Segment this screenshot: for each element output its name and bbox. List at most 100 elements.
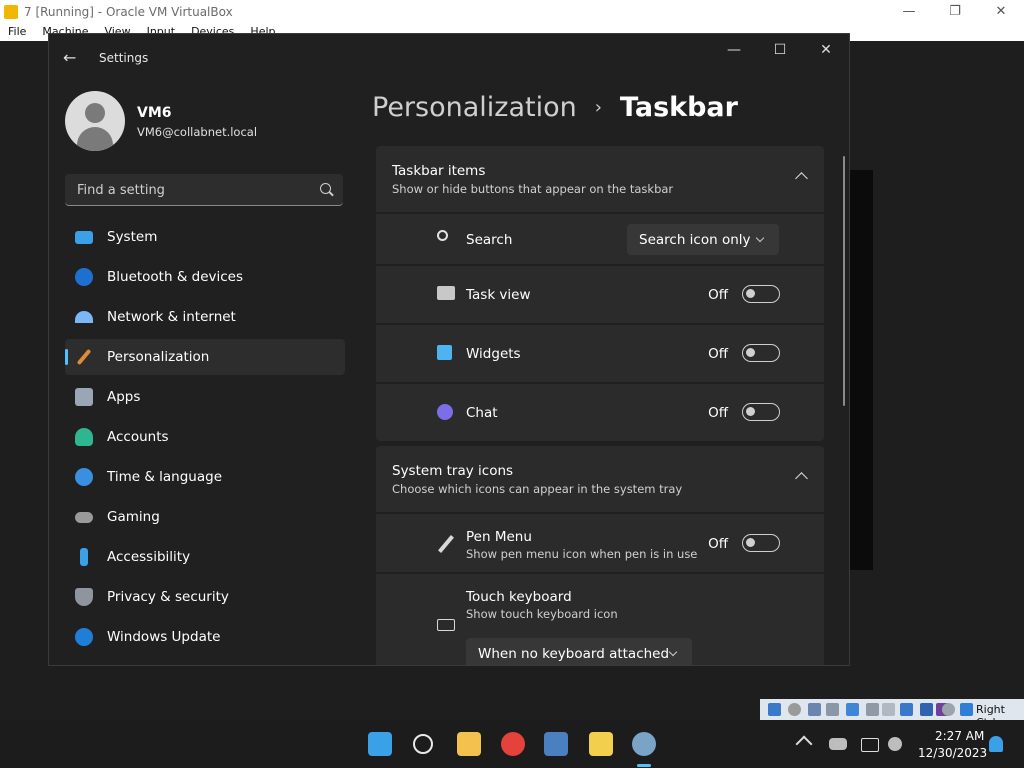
- touch-keyboard-subtitle: Show touch keyboard icon: [466, 607, 618, 621]
- search-icon: [437, 230, 448, 241]
- host-minimize-button[interactable]: —: [886, 0, 932, 23]
- recording-icon[interactable]: [900, 703, 913, 716]
- sidebar-item-system[interactable]: System: [65, 219, 345, 255]
- person-icon: [75, 428, 93, 446]
- hard-disk-icon[interactable]: [768, 703, 781, 716]
- taskbar-items-header[interactable]: Taskbar items Show or hide buttons that …: [376, 146, 824, 212]
- chat-toggle[interactable]: [742, 403, 780, 421]
- task-view-toggle[interactable]: [742, 285, 780, 303]
- wifi-icon: [75, 311, 93, 323]
- search-mode-value: Search icon only: [639, 231, 751, 248]
- background-window-edge: [848, 170, 873, 570]
- touch-keyboard-dropdown[interactable]: When no keyboard attached: [466, 638, 692, 665]
- host-restore-button[interactable]: ❐: [932, 0, 978, 23]
- bluetooth-icon: [75, 268, 93, 286]
- sidebar-item-gaming[interactable]: Gaming: [65, 499, 345, 535]
- display-icon[interactable]: [882, 703, 895, 716]
- sidebar-item-privacy-security[interactable]: Privacy & security: [65, 579, 345, 615]
- sidebar-item-label: Bluetooth & devices: [107, 269, 244, 285]
- search-box: [65, 174, 343, 207]
- controller-icon: [75, 511, 93, 523]
- close-button[interactable]: ✕: [803, 34, 849, 66]
- maximize-button[interactable]: ☐: [757, 34, 803, 66]
- search-mode-dropdown[interactable]: Search icon only: [627, 224, 779, 255]
- sidebar-item-time-language[interactable]: Time & language: [65, 459, 345, 495]
- virtualbox-title: 7 [Running] - Oracle VM VirtualBox: [24, 4, 233, 19]
- brush-icon: [76, 348, 92, 366]
- chat-state: Off: [708, 405, 728, 421]
- audio-icon[interactable]: [808, 703, 821, 716]
- touch-keyboard-value: When no keyboard attached: [478, 645, 670, 662]
- chevron-up-icon[interactable]: [795, 735, 813, 753]
- virtualization-icon[interactable]: [920, 703, 933, 716]
- chevron-down-icon: [755, 233, 765, 243]
- sidebar-item-label: Windows Update: [107, 629, 221, 645]
- usb-icon[interactable]: [846, 703, 859, 716]
- user-email: VM6@collabnet.local: [137, 125, 258, 139]
- shared-folders-icon[interactable]: [866, 703, 879, 716]
- clock-date[interactable]: 12/30/2023: [918, 746, 987, 760]
- sidebar-item-bluetooth[interactable]: Bluetooth & devices: [65, 259, 345, 295]
- apps-icon: [75, 388, 93, 406]
- avatar-head: [85, 103, 105, 123]
- sidebar-item-personalization[interactable]: Personalization: [65, 339, 345, 375]
- pen-menu-toggle[interactable]: [742, 534, 780, 552]
- chat-row: Chat Off: [376, 384, 824, 441]
- taskbar: 2:27 AM 12/30/2023: [0, 720, 1024, 768]
- content-scrollbar[interactable]: [843, 156, 845, 406]
- notification-bell-icon[interactable]: [989, 736, 1003, 752]
- pen-menu-state: Off: [708, 536, 728, 552]
- volume-muted-icon[interactable]: [888, 737, 902, 751]
- sidebar-item-windows-update[interactable]: Windows Update: [65, 619, 345, 655]
- shield-icon: [75, 588, 93, 606]
- settings-gear-icon[interactable]: [632, 732, 656, 756]
- widgets-state: Off: [708, 346, 728, 362]
- search-icon[interactable]: [320, 183, 331, 194]
- virtualbox-icon: [4, 4, 18, 19]
- back-button[interactable]: ←: [63, 48, 76, 67]
- section-subtitle: Show or hide buttons that appear on the …: [392, 182, 674, 196]
- sidebar-item-apps[interactable]: Apps: [65, 379, 345, 415]
- widgets-toggle[interactable]: [742, 344, 780, 362]
- host-close-button[interactable]: ✕: [978, 0, 1024, 23]
- sidebar-item-label: Accounts: [107, 429, 169, 445]
- sidebar-item-accessibility[interactable]: Accessibility: [65, 539, 345, 575]
- app-title: Settings: [99, 51, 149, 65]
- mouse-integration-icon[interactable]: [942, 703, 955, 716]
- clock-time[interactable]: 2:27 AM: [935, 729, 984, 743]
- page-title: Taskbar: [619, 92, 738, 123]
- display-status-icon[interactable]: [861, 738, 879, 752]
- section-title: System tray icons: [392, 463, 514, 479]
- system-tray-header[interactable]: System tray icons Choose which icons can…: [376, 446, 824, 512]
- breadcrumb-parent[interactable]: Personalization: [372, 92, 577, 123]
- file-explorer-icon[interactable]: [457, 732, 481, 756]
- chevron-up-icon[interactable]: [795, 172, 808, 185]
- virtualbox-app-icon[interactable]: [544, 732, 568, 756]
- sticky-app-icon[interactable]: [589, 732, 613, 756]
- sidebar-nav: System Bluetooth & devices Network & int…: [65, 219, 345, 659]
- chat-icon: [437, 404, 453, 420]
- content-area: Taskbar items Show or hide buttons that …: [376, 146, 824, 665]
- optical-drive-icon[interactable]: [788, 703, 801, 716]
- sidebar-item-label: System: [107, 229, 158, 245]
- chat-label: Chat: [466, 405, 498, 421]
- avatar[interactable]: [65, 91, 125, 151]
- chrome-icon[interactable]: [501, 732, 525, 756]
- network-status-icon[interactable]: [829, 738, 847, 750]
- menu-file[interactable]: File: [0, 23, 34, 41]
- breadcrumb: Personalization › Taskbar: [372, 92, 738, 123]
- search-input[interactable]: [75, 174, 309, 207]
- minimize-button[interactable]: —: [711, 34, 757, 66]
- chevron-up-icon[interactable]: [795, 472, 808, 485]
- start-icon[interactable]: [368, 732, 392, 756]
- virtualbox-titlebar: 7 [Running] - Oracle VM VirtualBox — ❐ ✕: [0, 0, 1024, 23]
- touch-keyboard-label: Touch keyboard: [466, 589, 572, 605]
- host-window-controls: — ❐ ✕: [886, 0, 1024, 23]
- network-icon[interactable]: [826, 703, 839, 716]
- sidebar-item-accounts[interactable]: Accounts: [65, 419, 345, 455]
- host-key-icon[interactable]: [960, 703, 973, 716]
- sidebar-item-network[interactable]: Network & internet: [65, 299, 345, 335]
- widgets-row: Widgets Off: [376, 325, 824, 382]
- search-icon[interactable]: [413, 734, 433, 754]
- task-view-state: Off: [708, 287, 728, 303]
